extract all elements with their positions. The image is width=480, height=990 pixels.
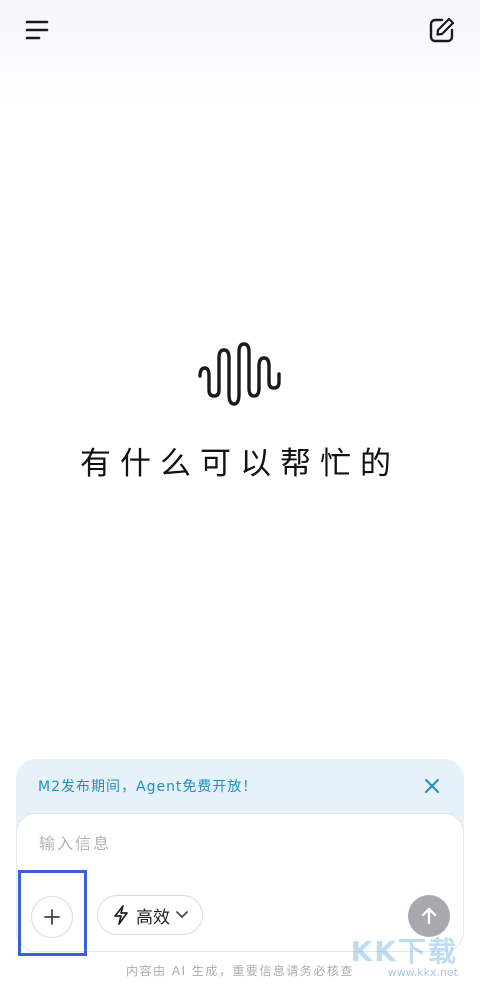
lightning-icon (114, 905, 128, 925)
watermark: KK下载 www.kkx.net (351, 930, 458, 979)
promo-banner: M2发布期间，Agent免费开放！ (16, 759, 464, 813)
welcome-hero: 有什么可以帮忙的 (0, 338, 480, 483)
soundwave-logo-icon (198, 342, 281, 406)
close-icon (425, 779, 439, 793)
watermark-url: www.kkx.net (387, 966, 458, 979)
compose-icon (429, 17, 455, 43)
promo-banner-text: M2发布期间，Agent免费开放！ (38, 779, 258, 795)
menu-icon (25, 20, 49, 40)
chevron-down-icon (176, 911, 188, 918)
banner-close-button[interactable] (422, 776, 442, 796)
mode-selector[interactable]: 高效 (97, 895, 203, 935)
new-chat-button[interactable] (422, 10, 462, 50)
watermark-logo: KK下载 (350, 935, 458, 968)
mode-label: 高效 (136, 907, 170, 928)
menu-button[interactable] (18, 10, 58, 50)
message-input[interactable]: 输入信息 (39, 830, 111, 854)
welcome-title: 有什么可以帮忙的 (80, 446, 400, 482)
attach-button-highlight (18, 870, 87, 956)
arrow-up-icon (421, 907, 437, 925)
